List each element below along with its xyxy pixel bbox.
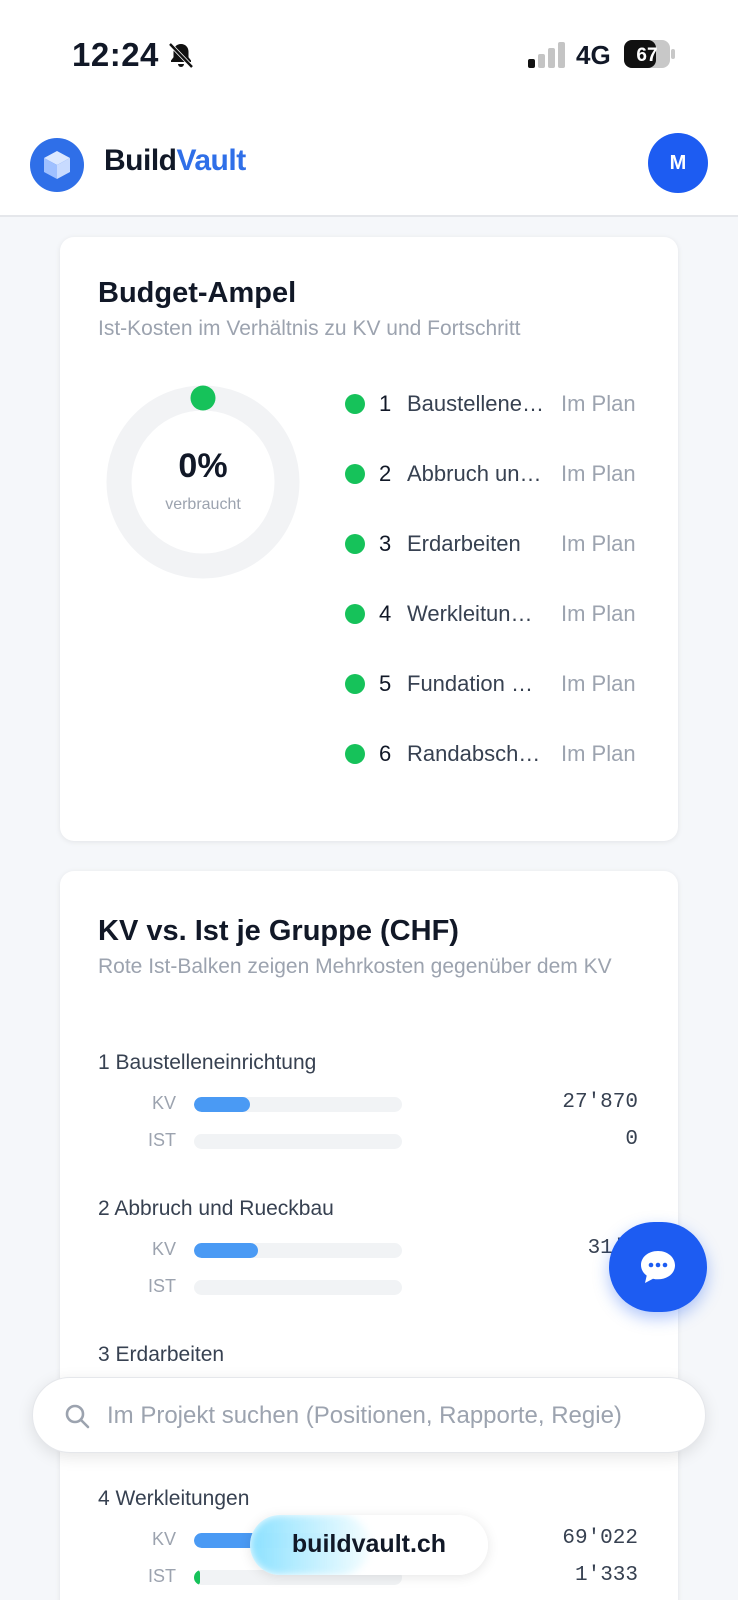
- budget-card-title: Budget-Ampel: [98, 277, 297, 309]
- legend-item-status: Im Plan: [561, 461, 636, 486]
- status-dot-icon: [345, 744, 365, 764]
- bell-muted-icon: [168, 42, 194, 69]
- legend-item-number: 4: [379, 601, 392, 626]
- kv-bar-label: KV: [151, 1239, 176, 1259]
- user-avatar-button[interactable]: M: [648, 133, 708, 193]
- brand-name-part1: Build: [104, 144, 177, 177]
- legend-item-number: 1: [379, 391, 392, 416]
- kv-bar-label: KV: [151, 1093, 176, 1113]
- status-dot-icon: [345, 604, 365, 624]
- legend-item-name: Abbruch un…: [407, 461, 542, 486]
- legend-item-number: 3: [379, 531, 392, 556]
- budget-card-subtitle: Ist-Kosten im Verhältnis zu KV und Forts…: [98, 317, 521, 340]
- kv-vs-ist-card: KV vs. Ist je Gruppe (CHF) Rote Ist-Balk…: [60, 871, 678, 1600]
- brand-name[interactable]: BuildVault: [104, 144, 246, 178]
- ist-bar-value: 1'333: [574, 1564, 638, 1587]
- budget-donut-label: verbraucht: [165, 496, 241, 513]
- kv-group-title: 4 Werkleitungen: [98, 1487, 250, 1510]
- logo-icon[interactable]: [30, 138, 84, 192]
- budget-donut-indicator: [190, 385, 216, 411]
- kv-group-title: 2 Abbruch und Rueckbau: [98, 1197, 334, 1220]
- budget-legend-item[interactable]: 4 Werkleitun… Im Plan: [345, 594, 665, 634]
- brand-name-part2: Vault: [176, 144, 247, 177]
- ist-bar-fill: [194, 1570, 200, 1585]
- kv-bar-value: 69'022: [562, 1527, 638, 1550]
- kv-group-title: 1 Baustelleneinrichtung: [98, 1051, 317, 1074]
- kv-group-title: 3 Erdarbeiten: [98, 1343, 225, 1366]
- legend-item-status: Im Plan: [561, 601, 636, 626]
- status-dot-icon: [345, 394, 365, 414]
- chat-button[interactable]: [609, 1222, 707, 1312]
- ist-bar-label: IST: [147, 1566, 176, 1586]
- legend-item-status: Im Plan: [561, 741, 636, 766]
- kv-bar-row: KV 31'7: [98, 1236, 638, 1264]
- legend-item-status: Im Plan: [561, 531, 636, 556]
- network-type: 4G: [576, 40, 611, 70]
- legend-item-number: 6: [379, 741, 392, 766]
- budget-ampel-card: Budget-Ampel Ist-Kosten im Verhältnis zu…: [60, 237, 678, 841]
- kv-bar-track: [194, 1097, 402, 1112]
- status-dot-icon: [345, 674, 365, 694]
- legend-item-name: Baustellene…: [407, 391, 544, 416]
- kv-bar-track: [194, 1243, 402, 1258]
- battery-icon: 67: [624, 40, 675, 68]
- signal-strength-icon: [528, 42, 565, 68]
- legend-item-name: Erdarbeiten: [407, 531, 521, 556]
- legend-item-status: Im Plan: [561, 671, 636, 696]
- legend-item-name: Randabsch…: [407, 741, 541, 766]
- kv-bar-fill: [194, 1243, 259, 1258]
- kv-bar-fill: [194, 1097, 251, 1112]
- budget-legend-item[interactable]: 5 Fundation … Im Plan: [345, 664, 665, 704]
- ist-bar-row: IST 0: [98, 1127, 638, 1155]
- budget-legend-item[interactable]: 3 Erdarbeiten Im Plan: [345, 524, 665, 564]
- chat-bubble-icon: [641, 1251, 675, 1283]
- status-dot-icon: [345, 464, 365, 484]
- budget-legend-item[interactable]: 1 Baustellene… Im Plan: [345, 384, 665, 424]
- ist-bar-label: IST: [147, 1276, 176, 1296]
- status-time: 12:24: [72, 36, 159, 73]
- budget-donut-value: 0%: [178, 447, 228, 485]
- kv-bar-label: KV: [151, 1529, 176, 1549]
- legend-item-name: Werkleitun…: [407, 601, 533, 626]
- search-icon: [65, 1404, 90, 1429]
- budget-legend-item[interactable]: 6 Randabsch… Im Plan: [345, 734, 665, 774]
- status-dot-icon: [345, 534, 365, 554]
- legend-item-number: 5: [379, 671, 392, 696]
- app-header: BuildVault M: [0, 110, 738, 217]
- kv-bar-row: KV 27'870: [98, 1090, 638, 1118]
- project-search-input[interactable]: [107, 1396, 697, 1436]
- url-domain: buildvault.ch: [291, 1530, 447, 1558]
- browser-url-bar[interactable]: buildvault.ch: [250, 1515, 488, 1575]
- kv-card-title: KV vs. Ist je Gruppe (CHF): [98, 915, 459, 947]
- status-bar: 12:24 4G 67: [0, 0, 738, 110]
- ist-bar-track: [194, 1280, 402, 1295]
- ist-bar-row: IST: [98, 1273, 638, 1301]
- ist-bar-value: 0: [625, 1128, 638, 1151]
- kv-card-subtitle: Rote Ist-Balken zeigen Mehrkosten gegenü…: [98, 955, 612, 978]
- kv-bar-value: 27'870: [562, 1091, 638, 1114]
- ist-bar-track: [194, 1134, 402, 1149]
- legend-item-number: 2: [379, 461, 392, 486]
- budget-legend-item[interactable]: 2 Abbruch un… Im Plan: [345, 454, 665, 494]
- legend-item-status: Im Plan: [561, 391, 636, 416]
- project-search-bar: [32, 1377, 706, 1453]
- ist-bar-label: IST: [147, 1130, 176, 1150]
- battery-level: 67: [636, 45, 657, 66]
- legend-item-name: Fundation …: [407, 671, 533, 696]
